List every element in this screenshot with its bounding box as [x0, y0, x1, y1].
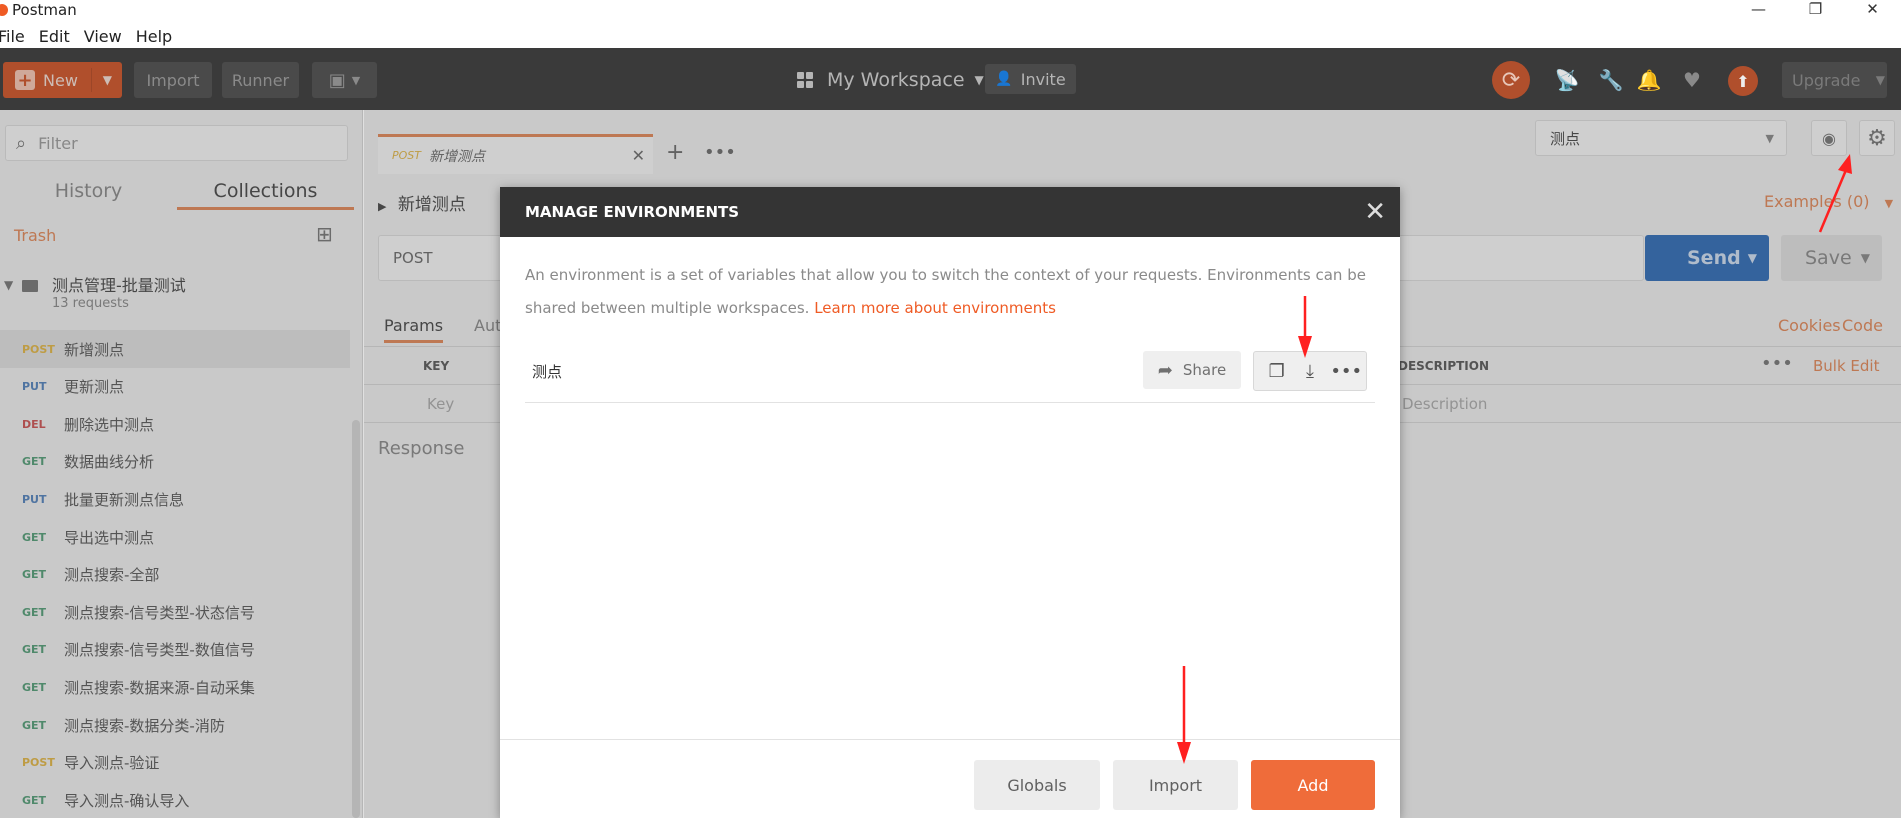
- grid-icon: [797, 72, 813, 88]
- modal-footer: Globals Import Add: [500, 739, 1400, 818]
- upgrade-button[interactable]: Upgrade ▼: [1782, 62, 1887, 98]
- app-title: Postman: [12, 1, 77, 19]
- chevron-down-icon: ▼: [1875, 73, 1885, 87]
- annotation-arrow-import: [1177, 666, 1191, 764]
- upgrade-label: Upgrade: [1792, 70, 1861, 90]
- annotation-arrow-download: [1298, 296, 1312, 358]
- environment-row[interactable]: 测点 ➦ Share ❐ ⤓ •••: [525, 339, 1375, 403]
- manage-environments-modal: MANAGE ENVIRONMENTS ✕ An environment is …: [500, 187, 1400, 818]
- invite-label: Invite: [1020, 69, 1066, 89]
- workspace-selector[interactable]: My Workspace ▼: [797, 64, 984, 96]
- wrench-icon[interactable]: 🔧: [1599, 68, 1624, 92]
- menu-view[interactable]: View: [84, 27, 122, 46]
- close-icon[interactable]: ✕: [1364, 197, 1386, 227]
- share-button[interactable]: ➦ Share: [1143, 351, 1241, 389]
- menu-help[interactable]: Help: [136, 27, 172, 46]
- menu-file[interactable]: File: [0, 27, 25, 46]
- modal-title: MANAGE ENVIRONMENTS: [525, 203, 740, 221]
- title-bar: Postman — ❐ ✕: [0, 0, 1901, 20]
- heart-icon[interactable]: ♥: [1680, 68, 1704, 92]
- chevron-down-icon: ▼: [974, 73, 984, 87]
- postman-window: Postman — ❐ ✕ File Edit View Help + New …: [0, 0, 1901, 818]
- app-header: + New ▼ Import Runner ▣ ▼ My Workspace ▼…: [0, 48, 1901, 110]
- menu-bar: File Edit View Help: [0, 24, 186, 48]
- add-user-icon: 👤: [995, 71, 1013, 87]
- button-divider: [91, 68, 92, 92]
- runner-button[interactable]: Runner: [222, 62, 299, 98]
- learn-more-link[interactable]: Learn more about environments: [814, 299, 1056, 317]
- import-environment-button[interactable]: Import: [1113, 760, 1238, 810]
- environment-name[interactable]: 测点: [532, 361, 562, 382]
- minimize-icon[interactable]: —: [1730, 0, 1787, 20]
- annotation-arrow-gear: [1818, 154, 1852, 233]
- duplicate-icon[interactable]: ❐: [1264, 361, 1290, 382]
- modal-header: MANAGE ENVIRONMENTS ✕: [500, 187, 1400, 237]
- sync-icon[interactable]: ⟳: [1492, 61, 1530, 99]
- bell-icon[interactable]: 🔔: [1637, 68, 1662, 92]
- menu-edit[interactable]: Edit: [39, 27, 70, 46]
- new-button[interactable]: + New ▼: [3, 62, 122, 98]
- share-arrow-icon: ➦: [1157, 359, 1173, 381]
- chevron-down-icon: ▼: [351, 73, 361, 87]
- download-icon[interactable]: ⤓: [1297, 361, 1323, 382]
- postman-logo-icon: [0, 4, 8, 16]
- plus-icon: +: [15, 70, 35, 91]
- import-button[interactable]: Import: [134, 62, 212, 98]
- satellite-icon[interactable]: 📡: [1555, 68, 1580, 92]
- avatar[interactable]: ⬆: [1728, 66, 1758, 96]
- modal-description: An environment is a set of variables tha…: [525, 259, 1375, 325]
- new-label: New: [43, 70, 78, 90]
- new-window-button[interactable]: ▣ ▼: [312, 62, 377, 98]
- workspace-label: My Workspace: [827, 69, 965, 91]
- restore-icon[interactable]: ❐: [1787, 0, 1844, 20]
- more-icon[interactable]: •••: [1330, 361, 1362, 382]
- window-plus-icon: ▣: [328, 69, 346, 91]
- share-label: Share: [1182, 361, 1227, 379]
- invite-button[interactable]: 👤 Invite: [985, 64, 1076, 94]
- window-controls: — ❐ ✕: [1730, 0, 1901, 20]
- globals-button[interactable]: Globals: [974, 760, 1100, 810]
- chevron-down-icon[interactable]: ▼: [103, 73, 112, 87]
- close-window-icon[interactable]: ✕: [1844, 0, 1901, 20]
- add-environment-button[interactable]: Add: [1251, 760, 1375, 810]
